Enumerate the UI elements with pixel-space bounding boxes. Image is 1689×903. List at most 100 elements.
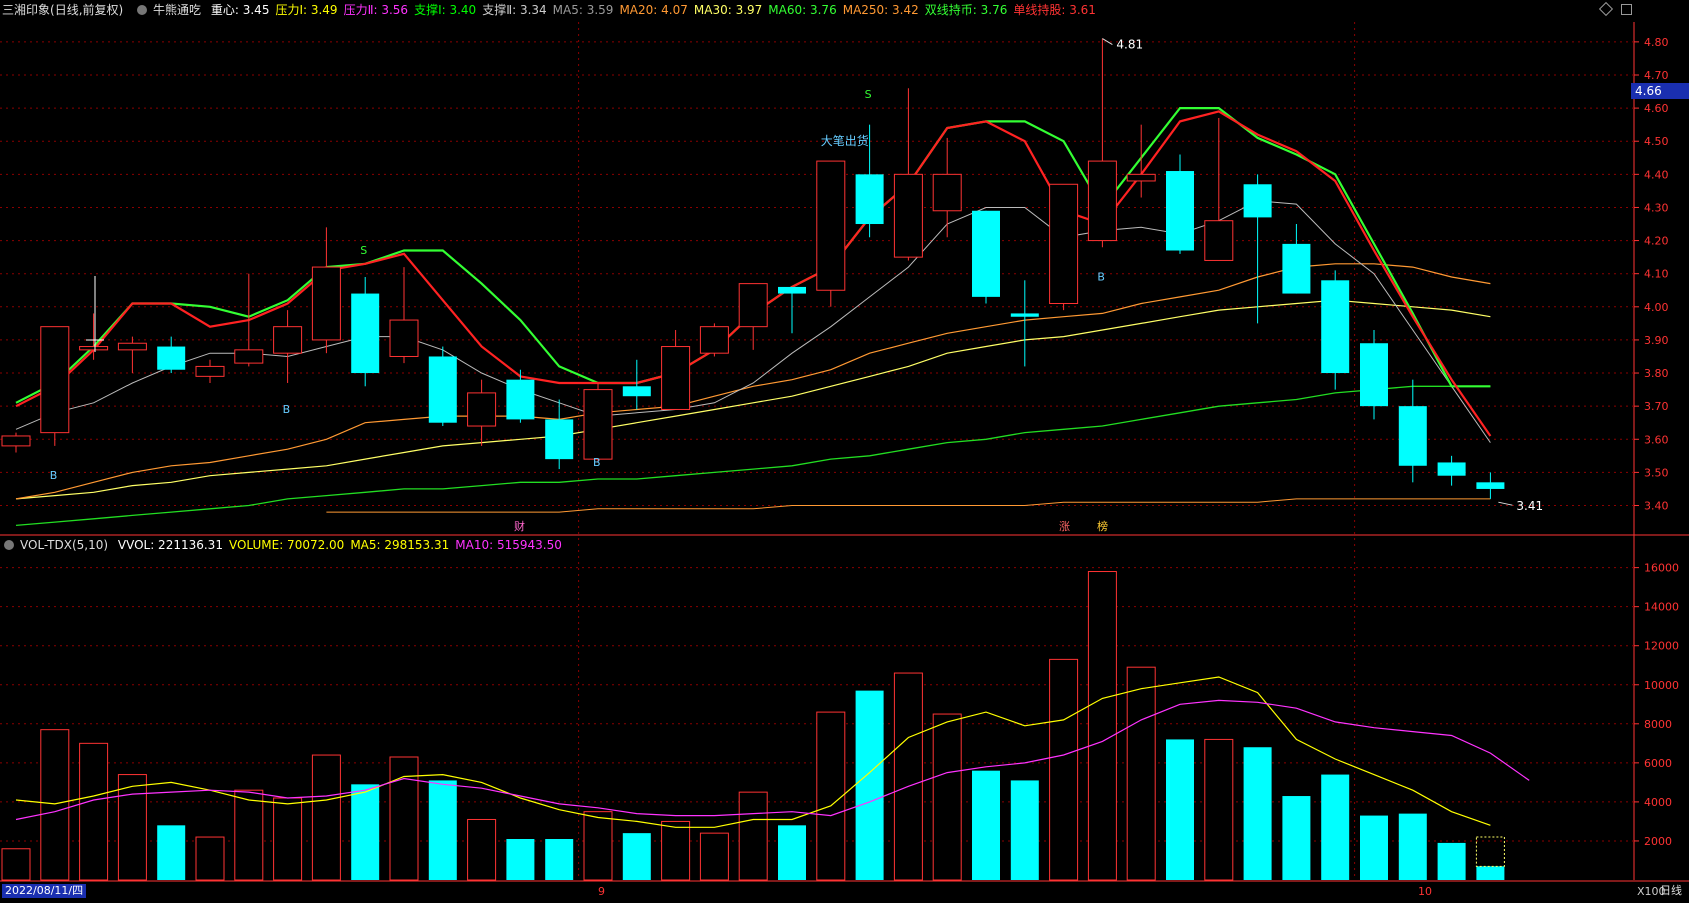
candle-body-up xyxy=(1126,173,1156,182)
candle-body-down xyxy=(428,356,457,423)
volume-tick-label: 12000 xyxy=(1644,640,1679,653)
price-tick-label: 4.60 xyxy=(1644,102,1669,115)
volume-tick-label: 16000 xyxy=(1644,562,1679,575)
volume-tick-label: 4000 xyxy=(1644,796,1672,809)
volume-bar-down xyxy=(428,780,457,880)
price-info-bar: 三湘印象(日线,前复权) 牛熊通吃 重心: 3.45 压力Ⅰ: 3.49 压力Ⅱ: … xyxy=(0,0,1108,20)
header-indicator-item-10: 双线持币: 3.76 xyxy=(924,3,1008,17)
header-indicator-item-7: MA30: 3.97 xyxy=(693,3,763,17)
chart-mode: (日线,前复权) xyxy=(50,3,124,17)
header-indicator-item-6: MA20: 4.07 xyxy=(619,3,688,17)
month-9-label: 9 xyxy=(598,885,605,898)
volume-tick-label: 10000 xyxy=(1644,679,1679,692)
volume-tick-label: 6000 xyxy=(1644,757,1672,770)
candle-body-down xyxy=(506,379,535,420)
header-indicator-item-2: 压力Ⅱ: 3.56 xyxy=(343,3,409,17)
price-tick-label: 4.40 xyxy=(1644,168,1669,181)
vol-indicator-name[interactable]: VOL-TDX(5,10) xyxy=(20,538,108,552)
volume-bar-down xyxy=(1360,815,1388,880)
low-pointer xyxy=(1498,501,1513,506)
price-tick-label: 3.70 xyxy=(1644,400,1669,413)
volume-bar-up xyxy=(1087,571,1117,881)
candle-body-up xyxy=(816,160,846,291)
stock-title[interactable]: 三湘印象 xyxy=(2,3,50,17)
price-tick-label: 4.30 xyxy=(1644,201,1669,214)
signal-marker: S xyxy=(865,88,872,101)
settings-circle-icon[interactable] xyxy=(137,5,148,15)
current-price-tag: 4.66 xyxy=(1631,83,1689,99)
vol-indicator-item-2: MA5: 298153.31 xyxy=(350,538,450,552)
volume-bar-down xyxy=(1166,739,1194,880)
candle-body-down xyxy=(545,419,574,460)
volume-bar-down xyxy=(1398,813,1427,880)
period-label[interactable]: 日线 xyxy=(1660,882,1682,898)
cursor-date: 2022/08/11/四 xyxy=(2,884,87,898)
vol-indicator-item-3: MA10: 515943.50 xyxy=(455,538,562,552)
candle-body-up xyxy=(467,392,497,427)
candle-body-up xyxy=(311,266,341,341)
candle-body-down xyxy=(1010,313,1039,317)
header-indicator-item-8: MA60: 3.76 xyxy=(768,3,837,17)
volume-bar-up xyxy=(816,711,846,881)
volume-bar-up xyxy=(40,729,70,881)
indicator-name[interactable]: 牛熊通吃 xyxy=(153,3,201,17)
volume-bar-up xyxy=(311,754,341,881)
event-marker-1: 涨 xyxy=(1059,520,1070,533)
volume-bar-down xyxy=(351,784,380,880)
volume-bar-up xyxy=(1126,666,1156,881)
candle-body-down xyxy=(972,210,1000,297)
vol-settings-circle-icon[interactable] xyxy=(4,540,14,550)
candle-body-down xyxy=(351,293,380,374)
volume-bar-up xyxy=(583,811,613,881)
header-indicator-item-11: 单线持股: 3.61 xyxy=(1013,3,1096,17)
vol-indicator-item-0: VVOL: 221136.31 xyxy=(117,538,223,552)
candle-body-up xyxy=(699,326,729,354)
chart-stage: 4.80 4.70 4.60 4.50 4.40 4.30 4.20 4.10 4.00 3.90… xyxy=(0,0,1689,900)
candle-body-up xyxy=(273,326,303,354)
month-10-label: 10 xyxy=(1418,885,1432,898)
volume-bar-up xyxy=(699,832,729,881)
candle-body-up xyxy=(195,365,225,377)
volume-bar-down xyxy=(1243,747,1272,880)
volume-tick-label: 14000 xyxy=(1644,601,1679,614)
candle-body-up xyxy=(389,319,419,357)
maximize-icon[interactable] xyxy=(1621,4,1632,15)
price-tick-label: 4.80 xyxy=(1644,36,1669,49)
price-tick-label: 3.40 xyxy=(1644,500,1669,513)
candle-body-down xyxy=(855,174,884,225)
volume-bar-down xyxy=(1010,780,1039,880)
stock-chart[interactable]: 4.80 4.70 4.60 4.50 4.40 4.30 4.20 4.10 4.00 3.90… xyxy=(0,0,1689,900)
vol-indicator-item-1: VOLUME: 70072.00 xyxy=(228,538,345,552)
volume-bar-down xyxy=(778,825,806,880)
volume-bar-up xyxy=(932,713,962,881)
volume-bar-up xyxy=(893,672,923,881)
candle-body-up xyxy=(1,435,31,447)
price-tick-label: 3.90 xyxy=(1644,334,1669,347)
candle-body-up xyxy=(1049,183,1079,304)
header-indicator-item-4: 支撑Ⅱ: 3.34 xyxy=(482,3,547,17)
header-indicator-item-1: 压力Ⅰ: 3.49 xyxy=(275,3,338,17)
volume-bar-up xyxy=(1204,738,1234,881)
candle-body-down xyxy=(1282,243,1311,294)
volume-bar-up xyxy=(79,742,109,881)
volume-bar-up xyxy=(738,791,768,881)
volume-bar-up xyxy=(117,774,147,881)
header-indicator-item-9: MA250: 3.42 xyxy=(842,3,919,17)
volume-bar-down xyxy=(1282,796,1311,880)
price-tick-label: 4.50 xyxy=(1644,135,1669,148)
volume-bar-down xyxy=(1476,866,1505,880)
volume-bar-up xyxy=(273,797,303,881)
volume-bar-up xyxy=(195,836,225,881)
signal-marker: B xyxy=(1097,270,1105,283)
volume-bar-up xyxy=(1,848,31,881)
candle-body-down xyxy=(157,346,186,370)
header-indicator-item-5: MA5: 3.59 xyxy=(552,3,614,17)
candle-body-down xyxy=(622,386,651,397)
candle-body-up xyxy=(738,283,768,328)
volume-bar-up xyxy=(1049,658,1079,881)
high-price-label: 4.81 xyxy=(1116,38,1143,52)
signal-marker: S xyxy=(360,244,367,257)
big-sell-annotation: 大笔出货 xyxy=(821,133,869,148)
candle-body-up xyxy=(1204,220,1234,261)
event-marker-0: 财 xyxy=(514,519,525,533)
